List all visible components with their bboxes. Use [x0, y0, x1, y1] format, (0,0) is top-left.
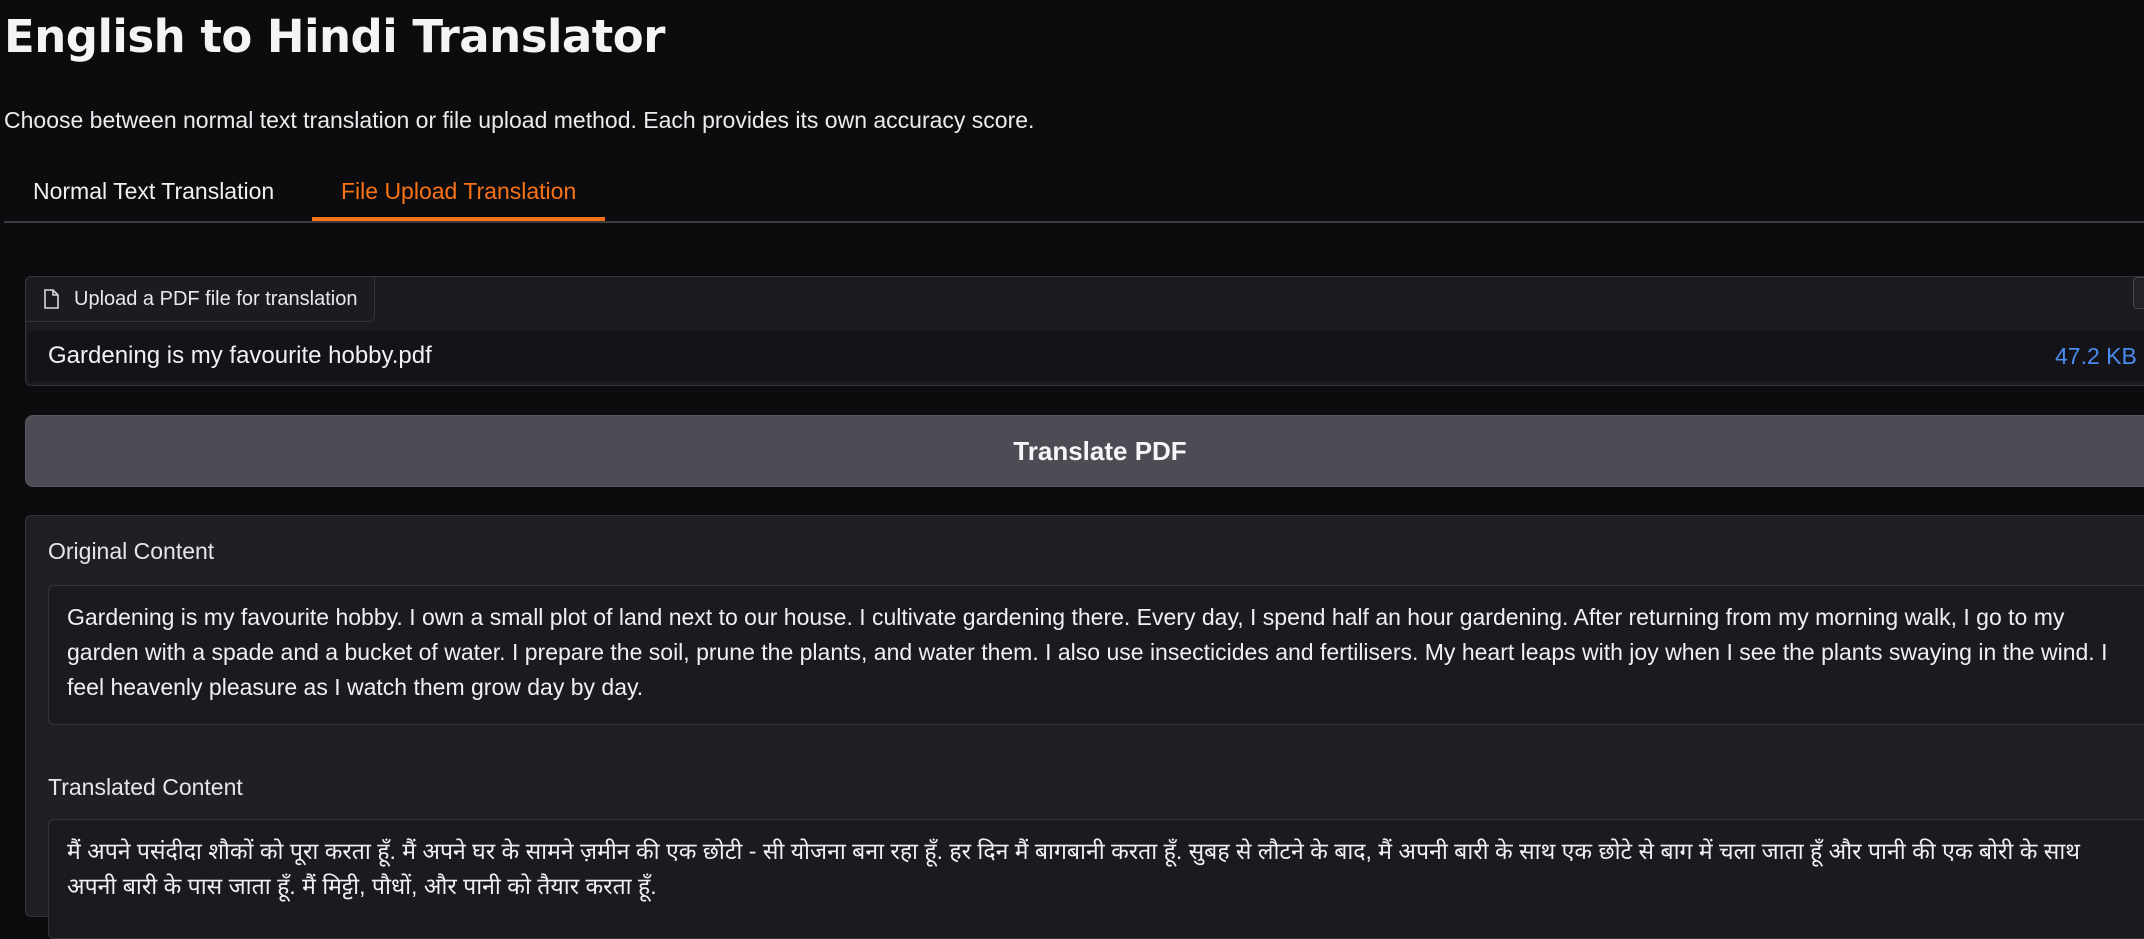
page-title: English to Hindi Translator — [4, 10, 665, 63]
translation-output-panel: Original Content Gardening is my favouri… — [25, 515, 2144, 939]
clear-file-button[interactable] — [2133, 277, 2144, 309]
file-size-download-link[interactable]: 47.2 KB ↓ — [2055, 343, 2144, 370]
pdf-upload-component[interactable]: Upload a PDF file for translation Garden… — [25, 276, 2144, 386]
tab-bar: Normal Text Translation File Upload Tran… — [4, 163, 2144, 223]
page-description: Choose between normal text translation o… — [4, 107, 1035, 133]
original-content-textbox[interactable]: Gardening is my favourite hobby. I own a… — [48, 585, 2144, 725]
upload-label-text: Upload a PDF file for translation — [74, 287, 358, 310]
original-content-label: Original Content — [48, 538, 215, 564]
upload-label: Upload a PDF file for translation — [26, 277, 375, 322]
translated-content-textbox[interactable]: मैं अपने पसंदीदा शौकों को पूरा करता हूँ.… — [48, 819, 2144, 939]
translated-content-label: Translated Content — [48, 774, 243, 800]
file-icon — [42, 289, 60, 309]
tab-file-upload-translation[interactable]: File Upload Translation — [312, 163, 606, 221]
uploaded-file-row: Gardening is my favourite hobby.pdf 47.2… — [28, 330, 2144, 382]
translate-pdf-button[interactable]: Translate PDF — [25, 415, 2144, 487]
uploaded-file-name: Gardening is my favourite hobby.pdf — [48, 342, 432, 369]
tab-normal-text-translation[interactable]: Normal Text Translation — [4, 163, 303, 219]
